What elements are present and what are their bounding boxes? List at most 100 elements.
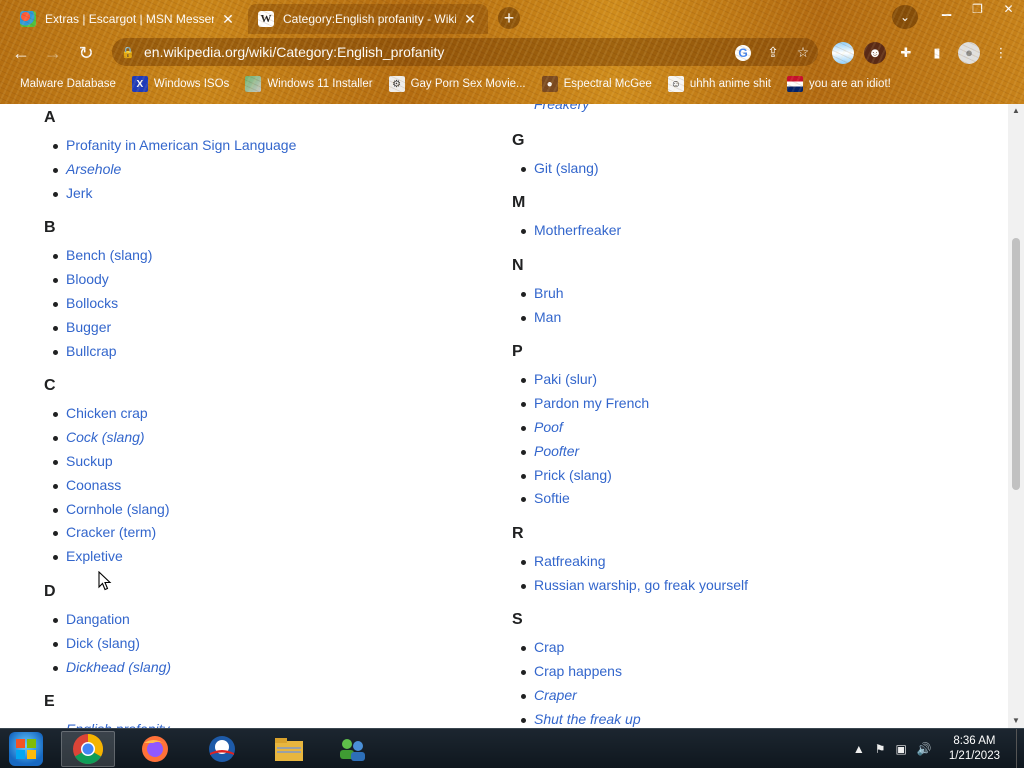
malware-icon: [14, 76, 18, 92]
back-icon[interactable]: ←: [8, 40, 34, 66]
category-link[interactable]: Poof: [512, 416, 649, 440]
category-link[interactable]: Git (slang): [512, 157, 599, 181]
bookmark-malware-database[interactable]: Malware Database: [14, 76, 116, 92]
category-link[interactable]: Coonass: [44, 474, 170, 498]
category-link[interactable]: Bruh: [512, 282, 564, 306]
category-link[interactable]: English profanity: [44, 718, 170, 728]
category-link[interactable]: Dangation: [44, 608, 171, 632]
clock[interactable]: 8:36 AM 1/21/2023: [949, 734, 1000, 764]
scrollbar-thumb[interactable]: [1012, 238, 1020, 490]
category-group-b: B Bench (slang) Bloody Bollocks Bugger Bullcr…: [44, 216, 152, 363]
bookmark-idiot[interactable]: you are an idiot!: [787, 76, 891, 92]
category-link[interactable]: Poofter: [512, 440, 649, 464]
tab-search-button[interactable]: ⌄: [892, 5, 918, 29]
taskbar-firefox[interactable]: [128, 731, 182, 767]
google-lens-icon[interactable]: G: [728, 44, 758, 61]
category-link[interactable]: Bullcrap: [44, 340, 152, 364]
address-bar[interactable]: 🔒 en.wikipedia.org/wiki/Category:English…: [112, 38, 818, 66]
category-link[interactable]: Crap happens: [512, 660, 641, 684]
category-link[interactable]: Dickhead (slang): [44, 656, 171, 680]
network-icon[interactable]: ▣: [896, 742, 907, 756]
extension-avatar-icon[interactable]: ☻: [864, 42, 886, 64]
reload-icon[interactable]: ↻: [73, 40, 99, 66]
category-group-n: N Bruh Man: [512, 254, 564, 330]
category-list: Ratfreaking Russian warship, go freak you…: [512, 550, 748, 598]
category-link[interactable]: Craper: [512, 684, 641, 708]
extension-flag-icon[interactable]: [832, 42, 854, 64]
extensions-puzzle-icon[interactable]: ✚: [895, 42, 917, 64]
bookmark-site[interactable]: ⚙ Gay Porn Sex Movie...: [388, 76, 526, 92]
category-link[interactable]: Bollocks: [44, 292, 152, 316]
category-group-c: C Chicken crap Cock (slang) Suckup Coonass Co…: [44, 374, 170, 569]
bookmark-label: uhhh anime shit: [689, 78, 772, 90]
x-icon: X: [131, 76, 148, 92]
show-hidden-icons-icon[interactable]: ▲: [853, 742, 865, 756]
lock-icon[interactable]: 🔒: [116, 46, 140, 59]
category-link[interactable]: Russian warship, go freak yourself: [512, 574, 748, 598]
category-link[interactable]: Jerk: [44, 182, 296, 206]
category-link[interactable]: Crap: [512, 636, 641, 660]
category-link[interactable]: Profanity in American Sign Language: [44, 134, 296, 158]
bookmark-espectral-mcgee[interactable]: ● Espectral McGee: [541, 76, 652, 92]
category-link[interactable]: Cracker (term): [44, 521, 170, 545]
bookmark-star-icon[interactable]: ☆: [788, 44, 818, 61]
category-link[interactable]: Prick (slang): [512, 464, 649, 488]
category-link[interactable]: Bloody: [44, 268, 152, 292]
site-icon: ⚙: [388, 76, 405, 92]
category-link[interactable]: Pardon my French: [512, 392, 649, 416]
category-link[interactable]: Suckup: [44, 450, 170, 474]
forward-icon[interactable]: →: [40, 40, 66, 66]
bookmark-anime[interactable]: ☺ uhhh anime shit: [667, 76, 772, 92]
taskbar-network[interactable]: [325, 731, 379, 767]
category-link[interactable]: Dick (slang): [44, 632, 171, 656]
menu-kebab-icon[interactable]: ⋮: [990, 42, 1012, 64]
scroll-up-icon[interactable]: ▲: [1008, 104, 1024, 118]
category-link[interactable]: Chicken crap: [44, 402, 170, 426]
minimize-icon[interactable]: ▁: [931, 0, 962, 18]
category-link[interactable]: Shut the freak up: [512, 708, 641, 728]
category-link[interactable]: Expletive: [44, 545, 170, 569]
category-link[interactable]: Paki (slur): [512, 368, 649, 392]
page-scrollbar[interactable]: ▲ ▼: [1008, 104, 1024, 728]
anime-icon: ☺: [667, 76, 684, 92]
show-desktop-button[interactable]: [1016, 729, 1024, 768]
category-link[interactable]: Motherfreaker: [512, 219, 621, 243]
category-link[interactable]: Cornhole (slang): [44, 498, 170, 522]
category-link[interactable]: Freakery: [512, 104, 589, 117]
cat-icon: ●: [541, 76, 558, 92]
category-list: Profanity in American Sign Language Arseh…: [44, 134, 296, 206]
category-link[interactable]: Ratfreaking: [512, 550, 748, 574]
category-list: Bench (slang) Bloody Bollocks Bugger Bullcra…: [44, 244, 152, 363]
volume-icon[interactable]: 🔊: [917, 742, 932, 756]
scroll-down-icon[interactable]: ▼: [1008, 714, 1024, 728]
tab-title: Category:English profanity - Wiki: [283, 12, 456, 26]
taskbar-obama[interactable]: [195, 731, 249, 767]
taskbar-chrome[interactable]: [61, 731, 115, 767]
system-tray: ▲ ⚑ ▣ 🔊 8:36 AM 1/21/2023: [848, 729, 1024, 768]
bookmark-label: Malware Database: [20, 78, 116, 90]
action-center-flag-icon[interactable]: ⚑: [875, 742, 886, 756]
tab-wikipedia[interactable]: W Category:English profanity - Wiki ✕: [248, 4, 488, 34]
url-text[interactable]: en.wikipedia.org/wiki/Category:English_p…: [140, 44, 728, 60]
category-link[interactable]: Bugger: [44, 316, 152, 340]
taskbar-file-explorer[interactable]: [262, 731, 316, 767]
profile-icon[interactable]: ●: [958, 42, 980, 64]
bookmark-windows-isos[interactable]: X Windows ISOs: [131, 76, 229, 92]
share-icon[interactable]: ⇪: [758, 44, 788, 61]
category-link[interactable]: Softie: [512, 487, 649, 511]
restore-icon[interactable]: ❐: [962, 0, 993, 18]
category-link[interactable]: Arsehole: [44, 158, 296, 182]
close-tab-icon[interactable]: ✕: [220, 11, 236, 28]
bookmark-windows-11-installer[interactable]: Windows 11 Installer: [245, 76, 373, 92]
section-letter-heading: R: [512, 525, 524, 542]
new-tab-button[interactable]: +: [498, 7, 520, 29]
close-window-icon[interactable]: ✕: [993, 0, 1024, 18]
tab-escargot[interactable]: Extras | Escargot | MSN Messeng ✕: [10, 4, 246, 34]
category-link[interactable]: Bench (slang): [44, 244, 152, 268]
section-letter-heading: N: [512, 257, 524, 274]
category-link[interactable]: Man: [512, 306, 564, 330]
side-panel-icon[interactable]: ▮: [926, 42, 948, 64]
start-button[interactable]: [6, 731, 46, 767]
close-tab-icon[interactable]: ✕: [462, 11, 478, 28]
category-link[interactable]: Cock (slang): [44, 426, 170, 450]
